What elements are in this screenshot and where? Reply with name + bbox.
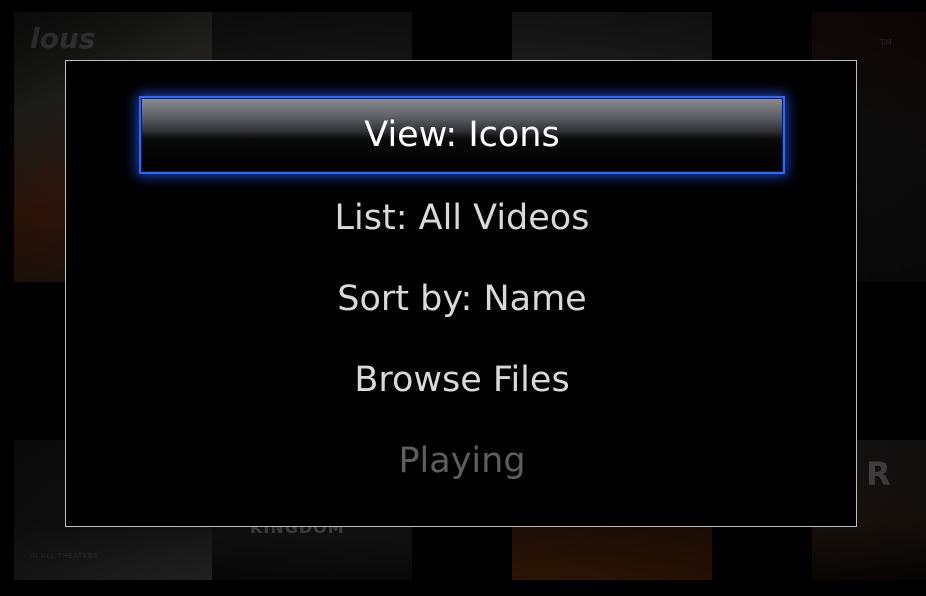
menu-item-list[interactable]: List: All Videos [139, 179, 785, 257]
screen: lous TM R KINGDOM IN ALL THEATERS View: … [0, 0, 926, 596]
menu-item-view[interactable]: View: Icons [139, 96, 785, 174]
menu-item-browse-files[interactable]: Browse Files [139, 341, 785, 419]
options-menu: View: Icons List: All Videos Sort by: Na… [66, 61, 856, 526]
poster-r-text: R [866, 455, 891, 493]
menu-item-playing: Playing [398, 441, 526, 481]
poster-caption: IN ALL THEATERS [30, 552, 99, 560]
poster-logo-text: lous [30, 22, 96, 55]
menu-item-sort[interactable]: Sort by: Name [139, 260, 785, 338]
poster-tm-text: TM [880, 38, 892, 47]
options-dialog: View: Icons List: All Videos Sort by: Na… [65, 60, 857, 527]
